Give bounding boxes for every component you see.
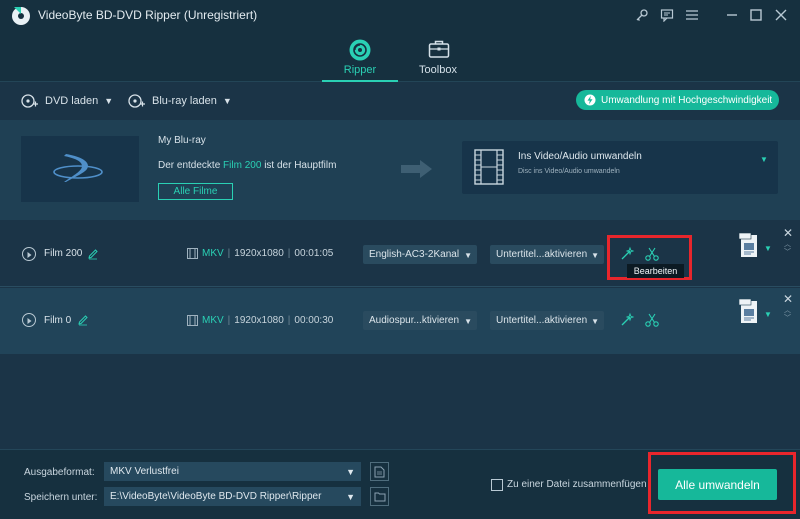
film-name: Film 200 xyxy=(44,248,83,259)
bluray-load-label: Blu-ray laden xyxy=(152,95,217,107)
remove-row-icon[interactable]: ✕ xyxy=(783,292,793,306)
reorder-arrows-icon[interactable]: ︿ ﹀ xyxy=(784,307,791,323)
output-format-file-icon[interactable] xyxy=(739,298,759,324)
save-path-field[interactable]: E:\VideoByte\VideoByte BD-DVD Ripper\Rip… xyxy=(104,487,361,506)
chevron-down-icon: ▼ xyxy=(104,96,114,106)
key-icon[interactable] xyxy=(632,5,652,25)
menu-icon[interactable] xyxy=(682,5,702,25)
folder-icon xyxy=(374,492,385,502)
tab-toolbox-label: Toolbox xyxy=(419,64,457,76)
arrow-right-icon xyxy=(401,160,432,178)
convert-all-button[interactable]: Alle umwandeln xyxy=(658,469,777,500)
play-icon[interactable] xyxy=(22,247,36,261)
merge-checkbox[interactable] xyxy=(491,479,503,491)
chevron-down-icon: ▼ xyxy=(591,317,599,326)
play-icon[interactable] xyxy=(22,313,36,327)
toolbox-icon xyxy=(428,40,450,58)
format-settings-button[interactable] xyxy=(370,462,389,481)
chevron-down-icon: ▼ xyxy=(346,467,355,477)
pencil-icon[interactable] xyxy=(87,248,99,260)
minimize-icon[interactable] xyxy=(722,5,742,25)
convert-target-subtitle: Disc ins Video/Audio umwandeln xyxy=(518,168,620,175)
disc-thumbnail xyxy=(21,136,139,202)
open-folder-button[interactable] xyxy=(370,487,389,506)
film-format-info: MKV | 1920x1080 | 00:01:05 xyxy=(187,248,333,259)
subtitle-dropdown[interactable]: Untertitel...aktivieren ▼ xyxy=(490,311,604,330)
edit-tooltip: Bearbeiten xyxy=(627,264,684,278)
main-film-name: Film 200 xyxy=(223,160,262,171)
hispeed-conversion-button[interactable]: Umwandlung mit Hochgeschwindigkeit xyxy=(576,90,779,110)
film-strip-icon xyxy=(474,149,504,185)
subtitle-dropdown[interactable]: Untertitel...aktivieren ▼ xyxy=(490,245,604,264)
all-films-button[interactable]: Alle Filme xyxy=(158,183,233,200)
maximize-icon[interactable] xyxy=(746,5,766,25)
save-to-label: Speichern unter: xyxy=(24,492,98,503)
hispeed-label: Umwandlung mit Hochgeschwindigkeit xyxy=(601,94,773,106)
audio-track-dropdown[interactable]: Audiospur...ktivieren ▼ xyxy=(363,311,477,330)
document-icon xyxy=(374,466,385,477)
pencil-icon[interactable] xyxy=(77,314,89,326)
video-format-icon xyxy=(187,315,198,326)
dvd-load-button[interactable]: DVD laden ▼ xyxy=(21,93,113,109)
dvd-load-label: DVD laden xyxy=(45,95,99,107)
window-title: VideoByte BD-DVD Ripper (Unregistriert) xyxy=(38,8,258,22)
feedback-icon[interactable] xyxy=(657,5,677,25)
close-icon[interactable] xyxy=(771,5,791,25)
disc-name: My Blu-ray xyxy=(158,135,206,146)
bluray-disc-icon xyxy=(128,94,145,108)
chevron-down-icon: ▼ xyxy=(222,96,232,106)
film-name: Film 0 xyxy=(44,315,72,326)
tab-toolbox[interactable]: Toolbox xyxy=(398,36,478,82)
bluray-logo-icon xyxy=(53,154,103,182)
output-format-dropdown[interactable]: MKV Verlustfrei ▼ xyxy=(104,462,361,481)
chevron-down-icon: ▼ xyxy=(591,251,599,260)
empty-list-area xyxy=(0,354,800,449)
remove-row-icon[interactable]: ✕ xyxy=(783,226,793,240)
reorder-arrows-icon[interactable]: ︿ ﹀ xyxy=(784,241,791,257)
bluray-load-button[interactable]: Blu-ray laden ▼ xyxy=(128,93,232,109)
dvd-disc-icon xyxy=(21,94,38,108)
chevron-down-icon: ▼ xyxy=(464,251,472,260)
chevron-down-icon: ▼ xyxy=(464,317,472,326)
app-logo-icon xyxy=(10,4,32,26)
chevron-down-icon[interactable]: ▼ xyxy=(764,310,772,319)
scissors-icon[interactable] xyxy=(644,312,660,328)
film-format-info: MKV | 1920x1080 | 00:00:30 xyxy=(187,315,333,326)
chevron-down-icon: ▼ xyxy=(346,492,355,502)
audio-track-dropdown[interactable]: English-AC3-2Kanal ▼ xyxy=(363,245,477,264)
lightning-icon xyxy=(584,94,596,106)
chevron-down-icon[interactable]: ▼ xyxy=(760,155,768,164)
convert-target-title: Ins Video/Audio umwandeln xyxy=(518,151,642,162)
tab-ripper-label: Ripper xyxy=(343,64,377,76)
ripper-disc-icon xyxy=(349,39,371,61)
output-format-file-icon[interactable] xyxy=(739,232,759,258)
output-format-label: Ausgabeformat: xyxy=(24,467,95,478)
edit-magic-icon[interactable] xyxy=(619,312,635,328)
video-format-icon xyxy=(187,248,198,259)
active-tab-indicator xyxy=(322,80,398,82)
merge-label: Zu einer Datei zusammenfügen xyxy=(507,479,647,490)
chevron-down-icon[interactable]: ▼ xyxy=(764,244,772,253)
tab-ripper[interactable]: Ripper xyxy=(320,36,400,82)
main-film-info: Der entdeckte Film 200 ist der Hauptfilm xyxy=(158,160,337,171)
convert-target-selector[interactable] xyxy=(462,141,778,194)
